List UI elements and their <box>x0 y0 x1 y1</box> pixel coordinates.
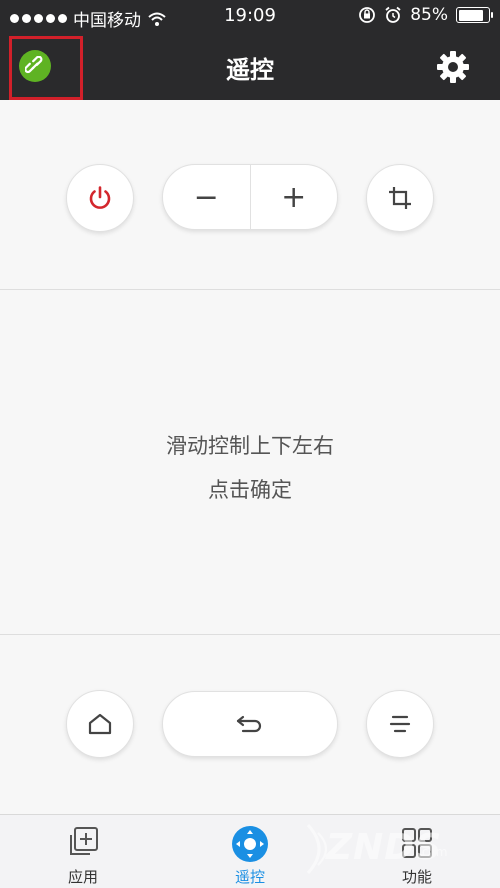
add-app-icon <box>70 827 98 855</box>
volume-up-button[interactable]: + <box>251 164 338 230</box>
tab-apps-label: 应用 <box>67 868 98 886</box>
page-title: 遥控 <box>226 56 274 84</box>
status-bar: 中国移动 19:09 85% <box>0 0 500 34</box>
touchpad-hint-line2: 点击确定 <box>208 478 292 502</box>
home-button[interactable] <box>66 690 134 758</box>
back-button[interactable] <box>162 691 338 757</box>
rotation-lock-icon <box>359 7 376 23</box>
tab-remote-label: 遥控 <box>234 868 265 886</box>
status-right: 85% <box>358 5 493 25</box>
screenshot-button[interactable] <box>366 164 434 232</box>
settings-gear-icon[interactable] <box>434 48 472 86</box>
crop-icon <box>389 187 411 209</box>
touchpad-hint-line1: 滑动控制上下左右 <box>166 434 334 458</box>
tab-apps[interactable]: 应用 <box>23 815 143 888</box>
touchpad-area[interactable] <box>0 290 500 634</box>
menu-button[interactable] <box>366 690 434 758</box>
battery-percent: 85% <box>410 5 448 25</box>
volume-control: − + <box>162 164 338 230</box>
battery-fill <box>458 9 484 21</box>
znds-watermark: ZNDS .com <box>300 815 460 885</box>
touchpad-bottom-divider <box>0 634 500 635</box>
power-icon <box>89 186 111 209</box>
watermark-suffix: .com <box>418 845 448 859</box>
battery-icon <box>456 7 493 23</box>
home-icon <box>88 713 112 735</box>
power-button[interactable] <box>66 164 134 232</box>
alarm-icon <box>385 6 401 23</box>
back-icon <box>236 715 262 733</box>
menu-icon <box>389 715 411 733</box>
volume-down-button[interactable]: − <box>163 164 250 230</box>
remote-icon <box>232 826 268 862</box>
tab-remote[interactable]: 遥控 <box>190 815 310 888</box>
nav-bar: 遥控 <box>0 34 500 100</box>
